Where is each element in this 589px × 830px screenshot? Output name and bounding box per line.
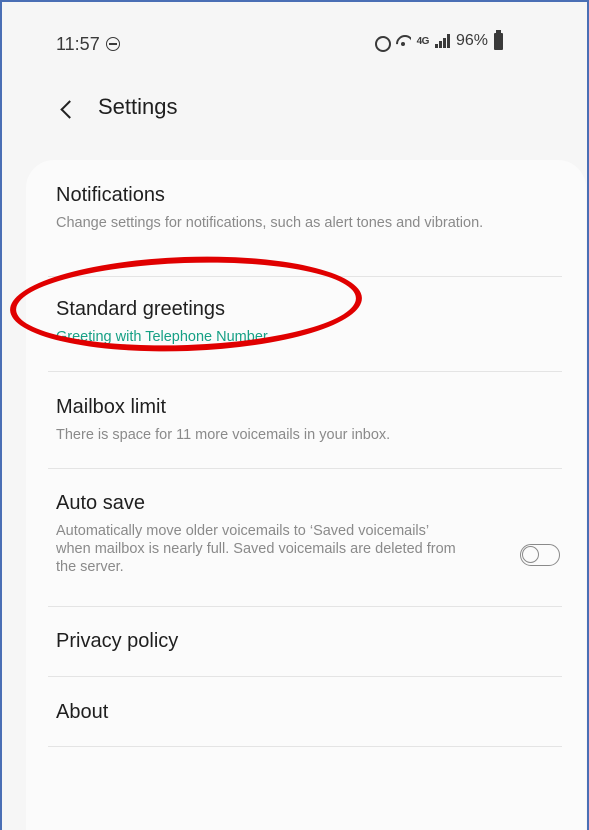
divider (48, 468, 562, 469)
setting-title: About (56, 701, 109, 723)
divider (48, 676, 562, 677)
wifi-icon (395, 33, 411, 49)
setting-subtitle: There is space for 11 more voicemails in… (56, 427, 391, 443)
setting-title: Privacy policy (56, 630, 179, 652)
divider (48, 606, 562, 607)
alarm-icon (373, 33, 391, 52)
setting-subtitle: Change settings for notifications, such … (56, 215, 484, 231)
network-type-icon: 4G (416, 35, 430, 47)
setting-subtitle: Automatically move older voicemails to ‘… (56, 523, 456, 575)
phone-screen: 11:57 4G 96% Settings Notifications Chan… (0, 0, 589, 830)
clock-text: 11:57 (56, 34, 100, 54)
signal-icon (434, 34, 450, 48)
status-time: 11:57 (56, 34, 120, 55)
setting-about[interactable]: About (56, 701, 562, 724)
auto-save-toggle[interactable] (520, 544, 560, 566)
app-header: Settings (2, 82, 587, 142)
settings-card: Notifications Change settings for notifi… (26, 160, 586, 830)
toggle-knob (522, 546, 539, 563)
divider (48, 746, 562, 747)
page-title: Settings (98, 94, 178, 119)
divider (48, 276, 562, 277)
setting-title: Auto save (56, 492, 145, 514)
setting-auto-save[interactable]: Auto save Automatically move older voice… (56, 492, 562, 576)
setting-title: Standard greetings (56, 298, 226, 320)
setting-subtitle: Greeting with Telephone Number (56, 329, 268, 345)
setting-mailbox-limit[interactable]: Mailbox limit There is space for 11 more… (56, 396, 562, 444)
setting-standard-greetings[interactable]: Standard greetings Greeting with Telepho… (56, 298, 562, 346)
back-arrow-icon[interactable] (58, 98, 78, 122)
setting-notifications[interactable]: Notifications Change settings for notifi… (56, 184, 562, 232)
do-not-disturb-icon (105, 37, 120, 51)
battery-percentage: 96% (455, 32, 488, 49)
status-bar: 11:57 4G 96% (2, 2, 587, 82)
battery-icon (494, 29, 503, 50)
setting-title: Notifications (56, 184, 165, 206)
status-icons: 4G 96% (373, 29, 503, 52)
setting-title: Mailbox limit (56, 396, 167, 418)
divider (48, 371, 562, 372)
setting-privacy-policy[interactable]: Privacy policy (56, 630, 562, 653)
